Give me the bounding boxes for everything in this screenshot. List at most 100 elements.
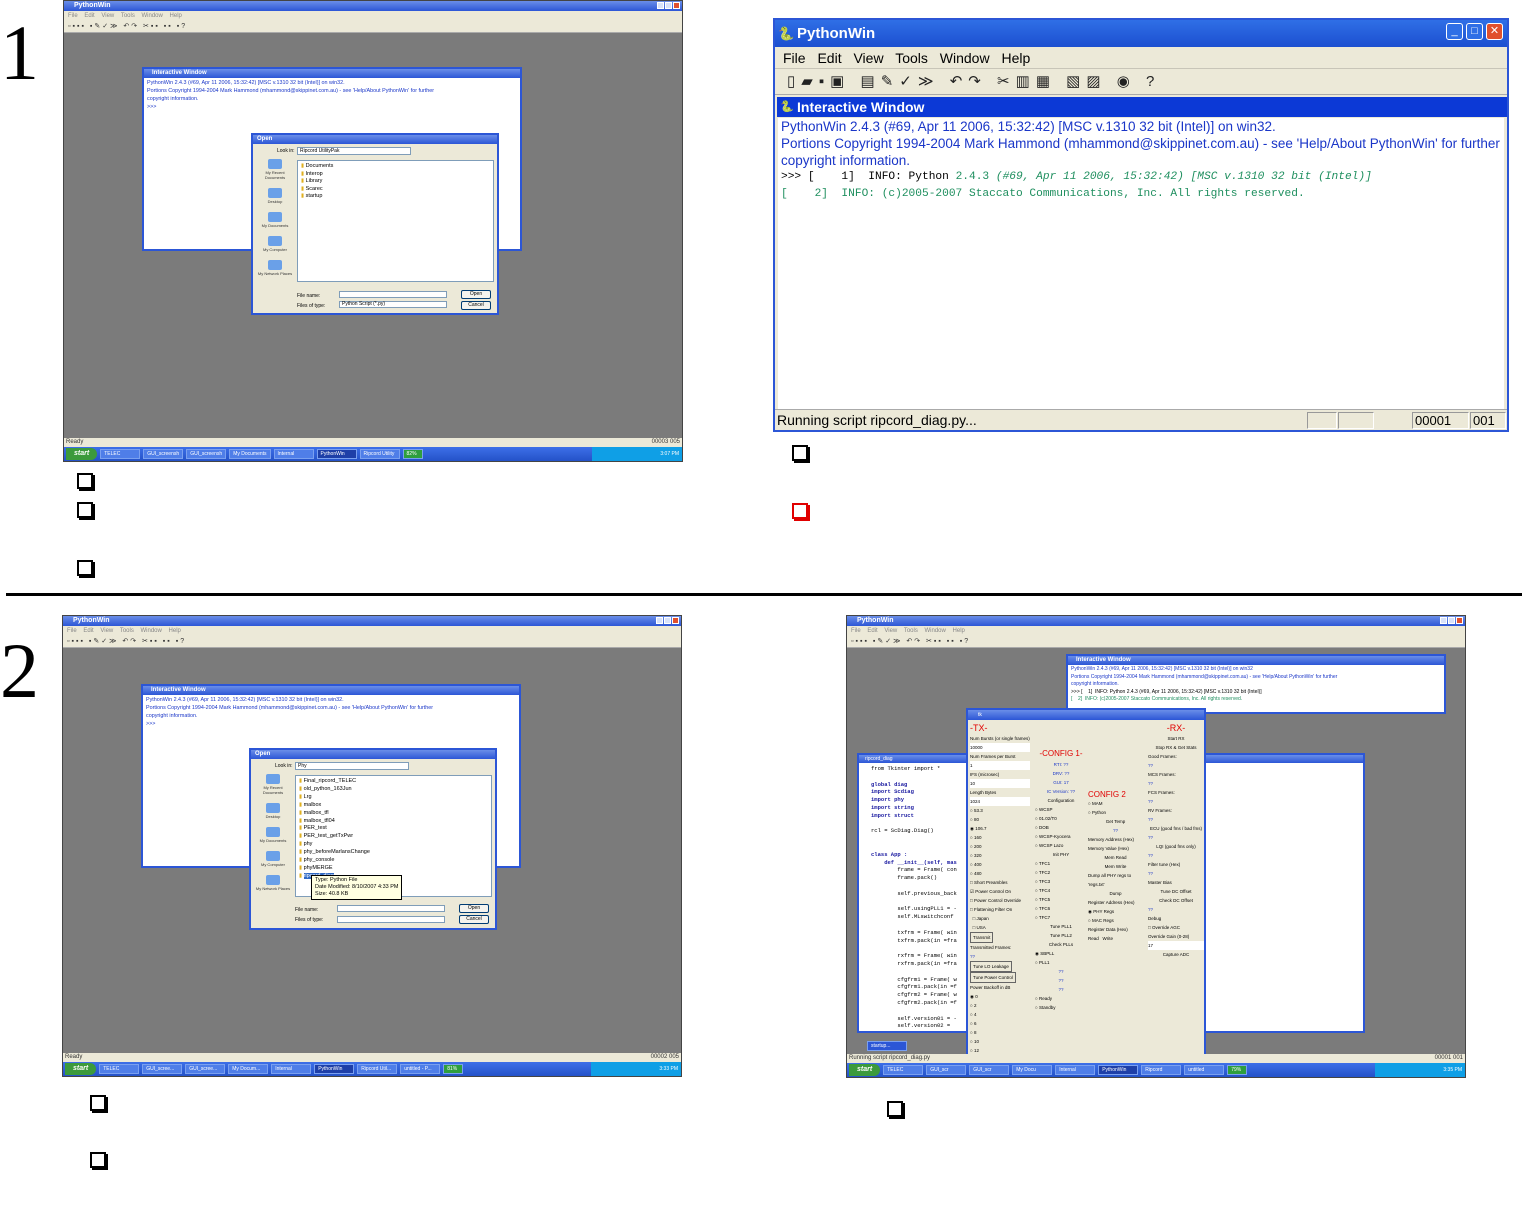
list-item[interactable]: phy bbox=[299, 841, 488, 849]
cancel-button[interactable]: Cancel bbox=[459, 915, 489, 924]
tfc-option[interactable]: ○ TFC2 bbox=[1035, 868, 1087, 877]
config-option[interactable]: ○ WCSP Lazo bbox=[1035, 841, 1087, 850]
check-plls-button[interactable]: Check PLLs bbox=[1035, 940, 1087, 949]
tfc-option[interactable]: ○ TFC1 bbox=[1035, 859, 1087, 868]
start-button[interactable]: start bbox=[65, 1063, 97, 1075]
transmit-button[interactable]: Transmit bbox=[970, 932, 994, 943]
new-icon[interactable]: ▯ bbox=[787, 73, 801, 90]
backoff-option[interactable]: ○ 6 bbox=[970, 1019, 1030, 1028]
start-button[interactable]: start bbox=[849, 1064, 881, 1076]
redo-icon[interactable]: ↷ bbox=[968, 73, 987, 90]
rate-option[interactable]: ○ 200 bbox=[970, 842, 1030, 851]
menu-file[interactable]: File bbox=[68, 13, 78, 19]
close-icon[interactable] bbox=[673, 2, 680, 9]
taskbar-item[interactable]: GUI_screensh bbox=[143, 449, 184, 459]
taskbar-item[interactable]: Internal bbox=[271, 1064, 312, 1074]
override-agc-checkbox[interactable]: □ Override AGC bbox=[1148, 923, 1204, 932]
checkbox[interactable] bbox=[90, 1152, 106, 1168]
list-item[interactable]: phy_console bbox=[299, 857, 488, 865]
start-button[interactable]: start bbox=[66, 448, 98, 460]
run-icon[interactable]: ≫ bbox=[918, 73, 940, 90]
place-network[interactable]: My Network Places bbox=[255, 260, 295, 276]
save-icon[interactable]: ▪ bbox=[819, 73, 830, 90]
menu-window[interactable]: Window bbox=[142, 13, 163, 19]
rate-option[interactable]: ◉ 106.7 bbox=[970, 824, 1030, 833]
mem-read-button[interactable]: Mem Read bbox=[1088, 853, 1143, 862]
list-item[interactable]: malbox bbox=[299, 802, 488, 810]
list-item[interactable]: Interop bbox=[301, 171, 490, 179]
taskbar-item[interactable]: untitled bbox=[1184, 1065, 1225, 1075]
place-documents[interactable]: My Documents bbox=[253, 827, 293, 843]
place-recent[interactable]: My Recent Documents bbox=[253, 774, 293, 795]
list-item[interactable]: Final_ripcord_TELEC bbox=[299, 778, 488, 786]
check-icon[interactable]: ✓ bbox=[899, 73, 918, 90]
menu-edit[interactable]: Edit bbox=[84, 13, 94, 19]
ready-option[interactable]: ○ Ready bbox=[1035, 994, 1087, 1003]
list-item[interactable]: phyMERGE bbox=[299, 865, 488, 873]
taskbar-item[interactable]: GUI_scr bbox=[926, 1065, 967, 1075]
open-button[interactable]: Open bbox=[459, 904, 489, 913]
tfc-option[interactable]: ○ TFC7 bbox=[1035, 913, 1087, 922]
tfc-option[interactable]: ○ TFC3 bbox=[1035, 877, 1087, 886]
close-icon[interactable] bbox=[1456, 617, 1463, 624]
menu-file[interactable]: File bbox=[783, 50, 806, 66]
ready-option[interactable]: ○ Standby bbox=[1035, 1003, 1087, 1012]
checkbox[interactable] bbox=[77, 473, 93, 489]
num-bursts-input[interactable]: 10000 bbox=[970, 743, 1030, 752]
menu-help[interactable]: Help bbox=[170, 13, 182, 19]
backoff-option[interactable]: ○ 10 bbox=[970, 1037, 1030, 1046]
backoff-option[interactable]: ○ 8 bbox=[970, 1028, 1030, 1037]
taskbar-item[interactable]: GUI_scree... bbox=[185, 1064, 226, 1074]
frames-per-burst-input[interactable]: 1 bbox=[970, 761, 1030, 770]
menu-view[interactable]: View bbox=[101, 13, 114, 19]
backoff-option[interactable]: ○ 4 bbox=[970, 1010, 1030, 1019]
print-icon[interactable]: ▨ bbox=[1086, 73, 1106, 90]
close-icon[interactable] bbox=[672, 617, 679, 624]
checkbox[interactable] bbox=[887, 1101, 903, 1117]
backoff-option[interactable]: ○ 2 bbox=[970, 1001, 1030, 1010]
length-input[interactable]: 1024 bbox=[970, 797, 1030, 806]
config-option[interactable]: ○ 01.02/T0 bbox=[1035, 814, 1087, 823]
tune-lo-button[interactable]: Tune LO Leakage bbox=[970, 961, 1012, 972]
cancel-button[interactable]: Cancel bbox=[461, 301, 491, 310]
rate-option[interactable]: ○ 320 bbox=[970, 851, 1030, 860]
config-option[interactable]: ○ DOB bbox=[1035, 823, 1087, 832]
cut-icon[interactable]: ✂ bbox=[997, 73, 1016, 90]
checkbox-highlight[interactable] bbox=[792, 503, 808, 519]
menu-tools[interactable]: Tools bbox=[121, 13, 135, 19]
taskbar-item[interactable]: Ripcord Utility bbox=[359, 449, 400, 459]
check-dc-button[interactable]: Check DC Offset bbox=[1148, 896, 1204, 905]
checkbox[interactable] bbox=[792, 445, 808, 461]
rate-option[interactable]: ○ 160 bbox=[970, 833, 1030, 842]
mac-regs-option[interactable]: ○ MAC Regs bbox=[1088, 916, 1143, 925]
taskbar-item[interactable]: TELEC bbox=[883, 1065, 924, 1075]
menu-help[interactable]: Help bbox=[1001, 50, 1030, 66]
file-type-select[interactable] bbox=[337, 916, 445, 923]
taskbar-item[interactable]: My Docum... bbox=[228, 1064, 269, 1074]
ifs-input[interactable]: 10 bbox=[970, 779, 1030, 788]
rate-option[interactable]: ○ 480 bbox=[970, 869, 1030, 878]
checkbox[interactable] bbox=[90, 1095, 106, 1111]
tune-pll2-button[interactable]: Tune PLL2 bbox=[1035, 931, 1087, 940]
file-name-input[interactable] bbox=[339, 291, 447, 298]
rate-option[interactable]: ○ 80 bbox=[970, 815, 1030, 824]
option-checkbox[interactable]: □ Japan bbox=[970, 914, 1030, 923]
rate-option[interactable]: ○ 400 bbox=[970, 860, 1030, 869]
list-item[interactable]: startup bbox=[301, 193, 490, 201]
taskbar-item[interactable]: My Docu bbox=[1012, 1065, 1053, 1075]
minimize-icon[interactable]: _ bbox=[1446, 23, 1463, 40]
list-item[interactable]: PER_test_getTxPwr bbox=[299, 833, 488, 841]
start-rx-button[interactable]: Start RX bbox=[1148, 734, 1204, 743]
taskbar-item[interactable]: GUI_scree... bbox=[142, 1064, 183, 1074]
config2-option[interactable]: ○ Python bbox=[1088, 808, 1143, 817]
taskbar-item[interactable]: TELEC bbox=[99, 1064, 140, 1074]
capture-adc-button[interactable]: Capture ADC bbox=[1148, 950, 1204, 959]
read-button[interactable]: Read bbox=[1088, 936, 1099, 941]
save-all-icon[interactable]: ▣ bbox=[830, 73, 850, 90]
tfc-option[interactable]: ○ TFC5 bbox=[1035, 895, 1087, 904]
list-item[interactable]: malbox_tfl04 bbox=[299, 818, 488, 826]
list-item[interactable]: malbox_tfl bbox=[299, 810, 488, 818]
taskbar-item[interactable]: Internal bbox=[1055, 1065, 1096, 1075]
option-checkbox[interactable]: □ Power Control Override bbox=[970, 896, 1030, 905]
place-desktop[interactable]: Desktop bbox=[253, 803, 293, 819]
